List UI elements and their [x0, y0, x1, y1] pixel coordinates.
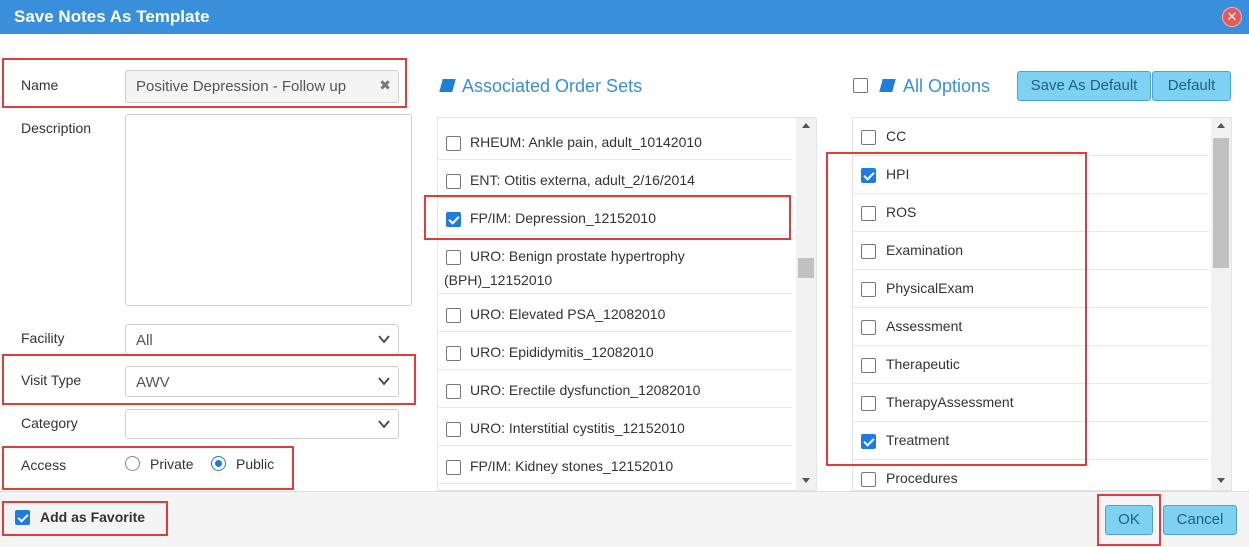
checkbox[interactable] — [446, 136, 461, 151]
highlight-box-access — [2, 446, 294, 490]
highlight-box-favorite — [2, 501, 168, 536]
list-item-label: URO: Elevated PSA_12082010 — [470, 306, 666, 322]
scroll-down-icon[interactable] — [802, 478, 810, 483]
checkbox[interactable] — [446, 250, 461, 265]
list-item-label: URO: Epididymitis_12082010 — [470, 344, 654, 360]
chevron-down-icon — [378, 335, 390, 344]
cancel-button[interactable]: Cancel — [1163, 505, 1237, 535]
scroll-thumb[interactable] — [1213, 138, 1229, 268]
highlight-box-visit-type — [2, 354, 416, 405]
all-options-header: All Options — [903, 76, 991, 96]
list-item[interactable]: URO: Erectile dysfunction_12082010 — [438, 370, 792, 408]
flag-icon — [439, 79, 456, 92]
close-icon[interactable]: ✕ — [1222, 7, 1242, 27]
order-sets-header: Associated Order Sets — [462, 76, 643, 96]
dialog-title: Save Notes As Template — [14, 7, 210, 26]
list-item-label: Procedures — [886, 470, 958, 486]
description-label: Description — [21, 120, 92, 136]
scroll-down-icon[interactable] — [1217, 478, 1225, 483]
list-item-label: FP/IM: Kidney stones_12152010 — [470, 458, 674, 474]
list-item[interactable]: ENT: Otitis externa, adult_2/16/2014 — [438, 160, 792, 198]
order-sets-list: RHEUM: Ankle pain, adult_10142010 ENT: O… — [437, 117, 817, 491]
dialog-footer — [0, 491, 1249, 547]
scroll-up-icon[interactable] — [802, 123, 810, 128]
list-item[interactable]: URO: Epididymitis_12082010 — [438, 332, 792, 370]
scroll-up-icon[interactable] — [1217, 123, 1225, 128]
list-item-label: URO: Interstitial cystitis_12152010 — [470, 420, 685, 436]
checkbox[interactable] — [861, 472, 876, 487]
description-textarea[interactable] — [125, 114, 412, 306]
list-item[interactable]: FP/IM: Kidney stones_12152010 — [438, 446, 792, 484]
checkbox[interactable] — [446, 346, 461, 361]
title-bar: Save Notes As Template ✕ — [0, 0, 1249, 34]
list-item-label: RHEUM: Ankle pain, adult_10142010 — [470, 134, 702, 150]
default-button[interactable]: Default — [1152, 71, 1231, 101]
checkbox[interactable] — [446, 384, 461, 399]
list-item-label: URO: Erectile dysfunction_12082010 — [470, 382, 701, 398]
highlight-box-ok — [1097, 494, 1161, 546]
facility-value: All — [136, 332, 153, 349]
scrollbar[interactable] — [796, 118, 816, 490]
category-label: Category — [21, 415, 78, 431]
list-item[interactable]: URO: Benign prostate hypertrophy (BPH)_1… — [438, 236, 792, 294]
facility-select[interactable]: All — [125, 324, 399, 355]
flag-icon — [879, 79, 896, 92]
facility-label: Facility — [21, 330, 65, 346]
checkbox[interactable] — [446, 422, 461, 437]
highlight-box-options — [826, 152, 1087, 466]
list-item[interactable]: RHEUM: Ankle pain, adult_10142010 — [438, 122, 792, 160]
list-item-label: ENT: Otitis externa, adult_2/16/2014 — [470, 172, 695, 188]
save-as-default-button[interactable]: Save As Default — [1017, 71, 1151, 101]
list-item-label: CC — [886, 128, 907, 144]
category-select[interactable] — [125, 409, 399, 439]
scrollbar[interactable] — [1211, 118, 1231, 490]
highlight-box-name — [2, 58, 407, 108]
list-item[interactable]: CC — [853, 118, 1209, 156]
highlight-box-order-set — [424, 195, 791, 240]
list-item-label: URO: Benign prostate hypertrophy — [470, 248, 685, 264]
chevron-down-icon — [378, 420, 390, 429]
checkbox[interactable] — [861, 130, 876, 145]
select-all-checkbox[interactable] — [853, 78, 868, 93]
list-item-label: (BPH)_12152010 — [444, 272, 553, 288]
list-item[interactable]: URO: Interstitial cystitis_12152010 — [438, 408, 792, 446]
list-item[interactable]: URO: Elevated PSA_12082010 — [438, 294, 792, 332]
checkbox[interactable] — [446, 460, 461, 475]
checkbox[interactable] — [446, 174, 461, 189]
scroll-thumb[interactable] — [798, 258, 814, 278]
checkbox[interactable] — [446, 308, 461, 323]
